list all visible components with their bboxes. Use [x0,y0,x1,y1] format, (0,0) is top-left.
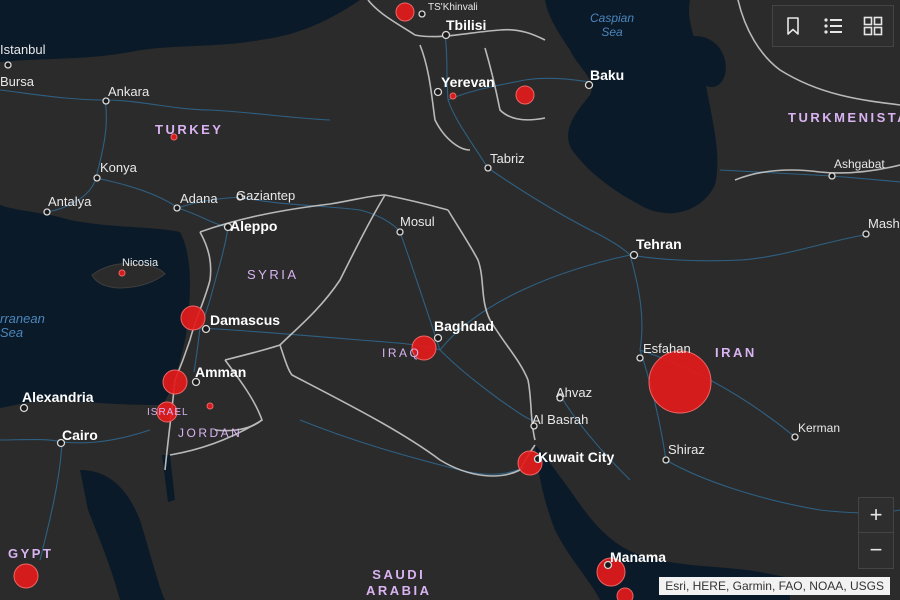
bubble-georgia [395,2,415,22]
bubble-qatar [616,587,634,600]
city-label-yerevan: Yerevan [441,74,495,90]
bubble-egypt [13,563,39,589]
bubble-armenia [449,92,457,100]
legend-button[interactable] [813,6,853,46]
city-label-mosul: Mosul [400,214,435,229]
city-label-baku: Baku [590,67,625,83]
city-label-ankara: Ankara [108,84,150,99]
country-label-jordan: JORDAN [178,426,243,440]
city-label-tbilisi: Tbilisi [446,17,487,33]
map-toolbar [772,5,894,47]
bubble-azerbaijan [515,85,535,105]
map-attribution[interactable]: Esri, HERE, Garmin, FAO, NOAA, USGS [659,577,890,595]
city-label-tabriz: Tabriz [490,151,525,166]
water-label-caspian: Caspian Sea [590,11,635,39]
list-icon [824,18,842,34]
zoom-in-button[interactable]: + [859,498,893,532]
city-label-manama: Manama [610,549,667,565]
city-label-ashgabat: Ashgabat [834,157,885,171]
city-label-amman: Amman [195,364,247,380]
bubble-lebanon [180,305,206,331]
country-label-saudi-arabia: SAUDI ARABIA [366,567,432,598]
city-label-damascus: Damascus [210,312,281,328]
bookmark-icon [787,17,799,35]
city-label-albasrah: Al Basrah [532,412,589,427]
city-label-baghdad: Baghdad [434,318,494,334]
city-label-shiraz: Shiraz [668,442,705,457]
city-label-adana: Adana [180,191,218,206]
city-label-tskhinvali: TS'Khinvali [428,2,478,13]
city-label-esfahan: Esfahan [643,341,691,356]
zoom-out-button[interactable]: − [859,532,893,567]
city-label-gaziantep: Gaziantep [236,188,296,203]
city-label-istanbul: Istanbul [0,42,46,57]
country-label-iraq: IRAQ [382,346,422,360]
city-label-tehran: Tehran [636,236,682,252]
city-label-kerman: Kerman [798,421,841,435]
city-label-ahvaz: Ahvaz [556,385,593,400]
city-label-nicosia: Nicosia [122,257,159,269]
city-label-konya: Konya [100,160,137,175]
city-label-kuwaitcity: Kuwait City [538,449,615,465]
country-label-syria: SYRIA [247,267,299,282]
city-label-aleppo: Aleppo [230,218,278,234]
grid-icon [863,16,883,36]
water-label-mediterranean: rranean Sea [0,311,45,340]
country-label-turkmenistan: TURKMENISTA [788,110,900,125]
bubble-jordan [206,402,214,410]
bubble-israel [162,369,188,395]
country-label-israel: ISRAEL [147,407,189,418]
bubble-cyprus [118,269,126,277]
city-label-alexandria: Alexandria [22,389,94,405]
basemap-gallery-button[interactable] [853,6,893,46]
country-label-egypt: GYPT [8,546,54,561]
country-label-turkey: TURKEY [155,122,224,137]
zoom-controls: + − [858,497,894,569]
city-label-cairo: Cairo [62,427,98,443]
bubble-iran [648,350,712,414]
city-label-mashhad: Mash [868,216,900,231]
bookmark-button[interactable] [773,6,813,46]
city-label-antalya: Antalya [48,194,92,209]
country-label-iran: IRAN [715,345,757,360]
city-label-bursa: Bursa [0,74,34,89]
